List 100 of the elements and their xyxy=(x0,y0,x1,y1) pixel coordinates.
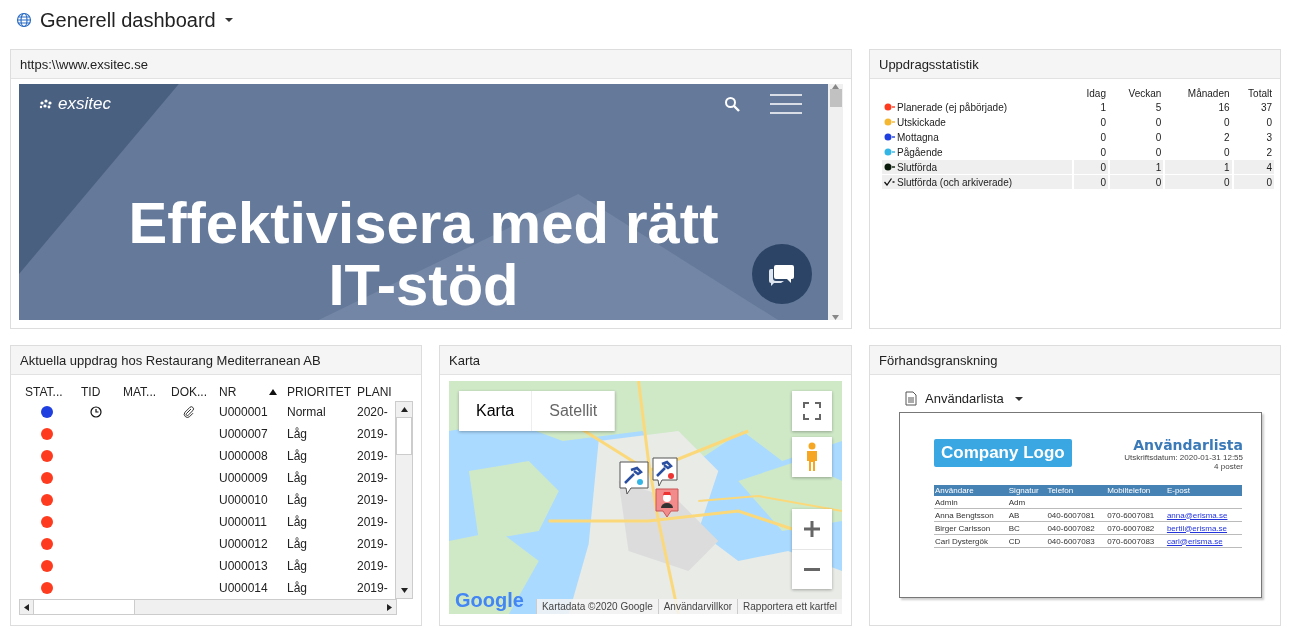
table-cell: Adm xyxy=(1008,497,1026,507)
table-cell: 0 xyxy=(1110,175,1164,189)
attribution-link[interactable]: Kartadata ©2020 Google xyxy=(535,599,658,614)
scrollbar[interactable] xyxy=(395,401,413,599)
scroll-thumb[interactable] xyxy=(829,89,842,107)
table-cell-text: U000007 xyxy=(218,427,269,441)
status-label: Mottagna xyxy=(882,130,1072,144)
status-label: Slutförda (och arkiverade) xyxy=(882,175,1072,189)
hammer-marker-icon[interactable] xyxy=(619,461,649,495)
column-header[interactable]: NR xyxy=(213,385,281,399)
table-cell-text: Låg xyxy=(286,493,309,507)
table-cell-text: 2019- xyxy=(356,471,389,485)
table-cell-text: 16 xyxy=(1217,100,1231,114)
table-cell-text: Låg xyxy=(286,449,309,463)
table-cell-text: 0 xyxy=(1099,115,1107,129)
map-type-tab[interactable]: Satellit xyxy=(532,391,616,431)
clock-icon xyxy=(90,406,102,418)
table-cell-text: 2019- xyxy=(356,427,389,441)
fullscreen-button[interactable] xyxy=(792,391,832,431)
attribution-link[interactable]: Rapportera ett kartfel xyxy=(737,599,842,614)
table-cell-text: U000009 xyxy=(218,471,269,485)
table-cell: 070-6007082 xyxy=(1107,523,1155,533)
table-cell-text: 0 xyxy=(1223,145,1231,159)
email-link[interactable]: bertil@erisma.se xyxy=(1166,523,1228,533)
menu-icon[interactable] xyxy=(770,94,802,114)
column-header[interactable]: PLANI xyxy=(351,385,397,399)
table-cell-text: 0 xyxy=(1099,145,1107,159)
table-cell: 070-6007083 xyxy=(1107,536,1155,546)
column-header[interactable]: STAT... xyxy=(19,385,75,399)
table-cell-text: 0 xyxy=(1099,130,1107,144)
scroll-down-icon[interactable] xyxy=(400,588,408,593)
table-cell-text: 5 xyxy=(1154,100,1163,114)
globe-icon xyxy=(16,12,32,28)
table-cell: CD xyxy=(1008,536,1021,546)
table-cell: 040-6007081 xyxy=(1047,510,1095,520)
table-cell: Carl Dystergök xyxy=(935,536,988,546)
table-cell: BC xyxy=(1008,523,1020,533)
caret-icon xyxy=(1013,395,1024,402)
status-label: Slutförda xyxy=(882,160,1072,174)
scroll-left-icon[interactable] xyxy=(24,603,29,611)
table-cell-text: U000010 xyxy=(218,493,269,507)
column-header[interactable]: TID xyxy=(75,385,117,399)
dashboard-select[interactable]: Generell dashboard xyxy=(40,8,234,32)
table-cell-text: U000014 xyxy=(218,581,269,595)
table-cell-text: Låg xyxy=(286,581,309,595)
table-cell-text: 0 xyxy=(1154,115,1163,129)
panel-title: https:\\www.exsitec.se xyxy=(20,56,148,72)
print-date: Utskriftsdatum: 2020-01-31 12:55 xyxy=(1124,453,1243,462)
panel-title: Aktuella uppdrag hos Restaurang Mediterranean AB xyxy=(20,352,321,368)
table-cell: AB xyxy=(1008,510,1020,520)
table-cell: Admin xyxy=(935,497,958,507)
map-type-tab[interactable]: Karta xyxy=(459,391,533,431)
search-icon[interactable] xyxy=(724,96,740,112)
paperclip-icon xyxy=(183,406,195,418)
table-cell-text: 2019- xyxy=(356,449,389,463)
panel-title: Uppdragsstatistik xyxy=(879,56,979,72)
record-count: 4 poster xyxy=(1214,462,1243,471)
table-cell-text: U000013 xyxy=(218,559,269,573)
site-logo[interactable]: exsitec xyxy=(39,94,111,114)
table-cell-text: 2019- xyxy=(356,559,389,573)
table-cell: 1 xyxy=(1165,160,1232,174)
check-icon xyxy=(884,177,896,186)
scroll-thumb[interactable] xyxy=(33,600,135,614)
scroll-right-icon[interactable] xyxy=(387,603,392,611)
table-cell-text: Låg xyxy=(286,559,309,573)
scroll-thumb[interactable] xyxy=(396,417,412,455)
fullscreen-icon xyxy=(803,402,821,420)
table-cell-text: U000012 xyxy=(218,537,269,551)
table-cell: 1 xyxy=(1110,160,1164,174)
table-cell-text: Normal xyxy=(286,405,327,419)
column-header: Månaden xyxy=(1186,88,1231,99)
scrollbar[interactable] xyxy=(19,599,397,615)
column-header: E-post xyxy=(1165,485,1242,496)
site-headline: Effektivisera med rätt IT-stöd xyxy=(127,192,720,316)
table-cell: 0 xyxy=(1074,160,1108,174)
table-cell-text: 2 xyxy=(1223,130,1231,144)
status-label: Utskickade xyxy=(882,115,1072,129)
zoom-out-button[interactable] xyxy=(792,549,832,589)
attribution-link[interactable]: Användarvillkor xyxy=(657,599,738,614)
column-header: Mobiltelefon xyxy=(1106,485,1166,496)
column-header[interactable]: PRIORITET xyxy=(281,385,351,399)
scrollbar[interactable] xyxy=(828,84,843,320)
sort-arrow-icon xyxy=(269,389,277,395)
caret-icon xyxy=(223,17,234,23)
column-header[interactable]: MAT... xyxy=(117,385,165,399)
hammer-marker-icon[interactable] xyxy=(652,457,678,487)
scroll-up-icon[interactable] xyxy=(400,407,408,412)
column-header[interactable]: DOK... xyxy=(165,385,213,399)
zoom-in-button[interactable] xyxy=(792,509,832,549)
report-select[interactable]: Användarlista xyxy=(899,391,1024,406)
table-cell-text: U000011 xyxy=(218,515,268,529)
table-cell: 040-6007082 xyxy=(1047,523,1095,533)
email-link[interactable]: carl@erisma.se xyxy=(1166,536,1223,546)
email-link[interactable]: anna@erisma.se xyxy=(1166,510,1228,520)
table-cell-text: 2 xyxy=(1265,145,1273,159)
table-cell-text: U000001 xyxy=(218,405,269,419)
table-cell: 0 xyxy=(1165,175,1232,189)
table-cell-text: Låg xyxy=(286,537,309,551)
document-icon xyxy=(905,391,917,406)
table-cell-text: Låg xyxy=(286,471,309,485)
